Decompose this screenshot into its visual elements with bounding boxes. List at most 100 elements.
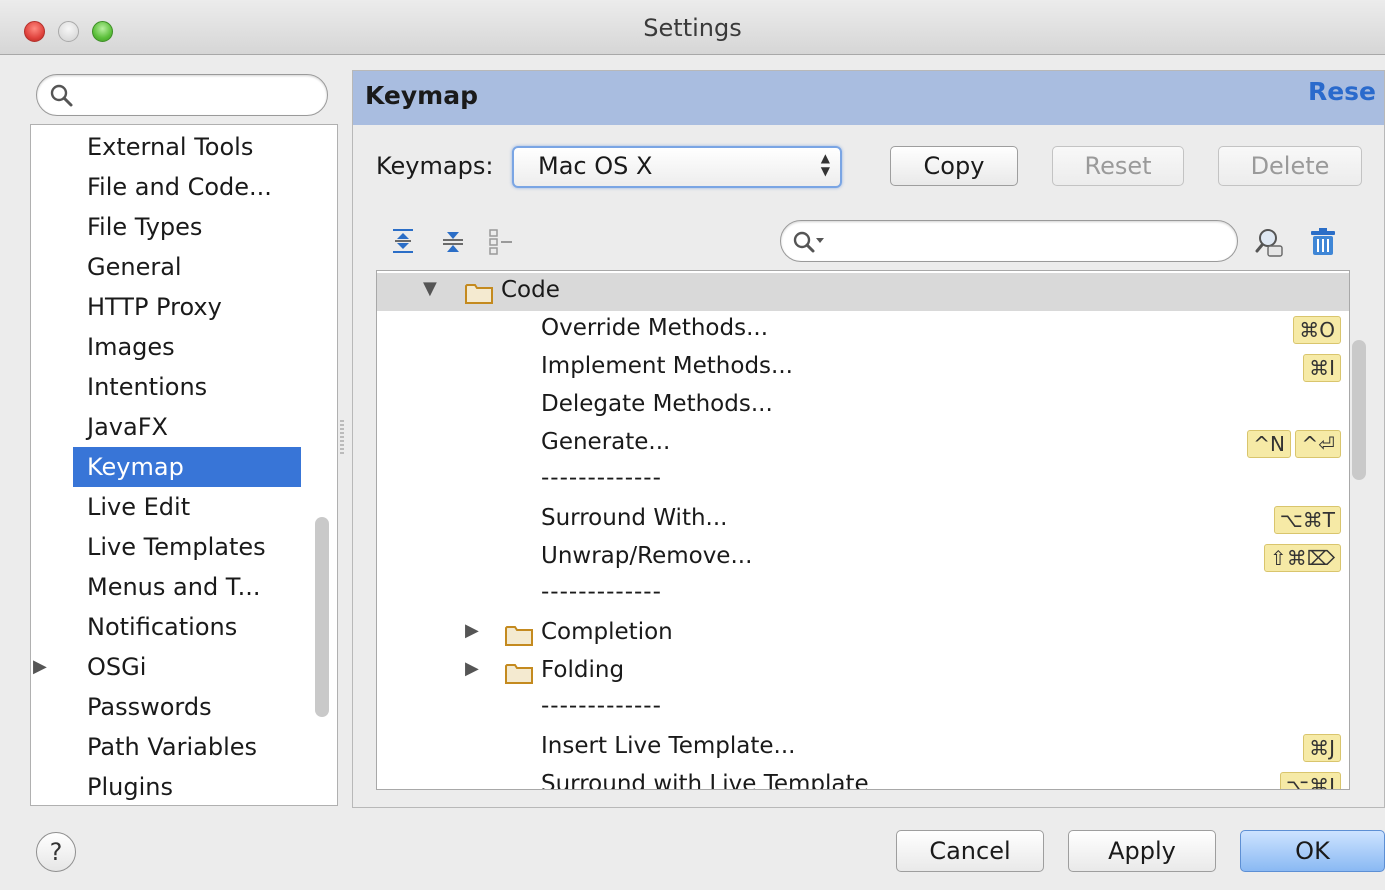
tree-row-label: Completion (541, 619, 673, 645)
sidebar-item-label: Live Edit (87, 493, 191, 521)
tree-row-label: Implement Methods... (541, 353, 793, 379)
sidebar-item-notifications[interactable]: Notifications (73, 607, 301, 647)
expand-all-icon[interactable] (390, 226, 416, 256)
select-arrows-icon: ▲ ▼ (820, 151, 830, 178)
sidebar-scrollbar[interactable] (315, 517, 329, 717)
sidebar-item-http-proxy[interactable]: HTTP Proxy (73, 287, 301, 327)
sidebar-item-label: Passwords (87, 693, 212, 721)
delete-button[interactable]: Delete (1218, 146, 1362, 186)
tree-row-completion[interactable]: ▶ Completion (377, 615, 1349, 653)
sidebar-item-label: Plugins (87, 773, 173, 801)
tree-row-action[interactable]: Unwrap/Remove... ⇧⌘⌦ (377, 539, 1349, 577)
tree-row-label: Delegate Methods... (541, 391, 773, 417)
sidebar-item-live-edit[interactable]: Live Edit (73, 487, 301, 527)
panel-header: Keymap Rese (353, 71, 1384, 125)
collapse-arrow-icon[interactable]: ▼ (423, 278, 437, 299)
sidebar-item-file-and-code[interactable]: File and Code... (73, 167, 301, 207)
tree-row-action[interactable]: Implement Methods... ⌘I (377, 349, 1349, 387)
folder-icon (465, 284, 493, 304)
sidebar-item-images[interactable]: Images (73, 327, 301, 367)
tree-row-action[interactable]: Surround With... ⌥⌘T (377, 501, 1349, 539)
shortcut-badge: ⌘O (1293, 316, 1341, 344)
tree-row-label: Insert Live Template... (541, 733, 796, 759)
apply-button[interactable]: Apply (1068, 830, 1216, 872)
sidebar-item-label: HTTP Proxy (87, 293, 222, 321)
tree-row-action[interactable]: Delegate Methods... (377, 387, 1349, 425)
shortcut-badge: ⌘J (1303, 734, 1341, 762)
sidebar-item-label: OSGi (87, 653, 147, 681)
sidebar-item-osgi[interactable]: ▶ OSGi (33, 647, 301, 687)
search-dropdown-icon[interactable] (791, 229, 827, 255)
action-filter-field[interactable] (780, 220, 1238, 262)
sidebar-item-label: Images (87, 333, 175, 361)
tree-row-action[interactable]: Insert Live Template... ⌘J (377, 729, 1349, 767)
tree-row-separator: ------------- (377, 577, 1349, 615)
shortcut-badge: ⌘I (1303, 354, 1341, 382)
settings-search-field[interactable] (36, 74, 328, 116)
panel-title: Keymap (365, 81, 479, 110)
window-title: Settings (643, 14, 742, 42)
tree-scrollbar[interactable] (1352, 340, 1366, 480)
help-button[interactable]: ? (36, 832, 76, 872)
separator-label: ------------- (541, 693, 662, 719)
keymap-select[interactable]: Mac OS X ▲ ▼ (512, 146, 842, 188)
ok-button[interactable]: OK (1240, 830, 1385, 872)
sidebar-item-label: Keymap (87, 453, 184, 481)
folder-icon (505, 626, 533, 646)
cancel-button[interactable]: Cancel (896, 830, 1044, 872)
copy-button[interactable]: Copy (890, 146, 1018, 186)
sidebar-item-keymap[interactable]: Keymap (73, 447, 301, 487)
keymap-tree: ▼ Code Override Methods... ⌘O Implement … (376, 270, 1350, 790)
sidebar-item-file-types[interactable]: File Types (73, 207, 301, 247)
sidebar-item-intentions[interactable]: Intentions (73, 367, 301, 407)
tree-row-label: Override Methods... (541, 315, 769, 341)
group-by-icon[interactable] (488, 226, 514, 256)
sidebar-item-label: External Tools (87, 133, 254, 161)
sidebar-item-path-variables[interactable]: Path Variables (73, 727, 301, 767)
shortcut-badge: ^⏎ (1295, 430, 1341, 458)
sidebar-item-javafx[interactable]: JavaFX (73, 407, 301, 447)
tree-row-action[interactable]: Generate... ^N ^⏎ (377, 425, 1349, 463)
keymap-select-value: Mac OS X (538, 152, 653, 180)
shortcut-badge: ⌥⌘T (1273, 506, 1341, 534)
tree-row-label: Generate... (541, 429, 671, 455)
sidebar-item-label: Live Templates (87, 533, 266, 561)
settings-sidebar: External Tools File and Code... File Typ… (30, 124, 338, 806)
tree-row-separator: ------------- (377, 463, 1349, 501)
tree-row-code[interactable]: ▼ Code (377, 273, 1349, 311)
tree-row-label: Folding (541, 657, 625, 683)
sidebar-item-general[interactable]: General (73, 247, 301, 287)
separator-label: ------------- (541, 465, 662, 491)
reset-link[interactable]: Rese (1308, 77, 1376, 106)
sidebar-item-label: Menus and T... (87, 573, 261, 601)
reset-button[interactable]: Reset (1052, 146, 1184, 186)
settings-search-input[interactable] (81, 81, 315, 111)
search-icon (50, 84, 73, 107)
splitter-handle[interactable] (340, 420, 344, 456)
tree-row-separator: ------------- (377, 691, 1349, 729)
sidebar-item-label: Notifications (87, 613, 238, 641)
folder-icon (505, 664, 533, 684)
sidebar-item-external-tools[interactable]: External Tools (73, 127, 301, 167)
tree-row-folding[interactable]: ▶ Folding (377, 653, 1349, 691)
sidebar-item-passwords[interactable]: Passwords (73, 687, 301, 727)
tree-row-label: Surround with Live Template (541, 771, 869, 790)
tree-row-action[interactable]: Override Methods... ⌘O (377, 311, 1349, 349)
expand-arrow-icon[interactable]: ▶ (465, 620, 479, 641)
expand-arrow-icon[interactable]: ▶ (33, 647, 47, 687)
collapse-all-icon[interactable] (440, 226, 466, 256)
shortcut-badge: ⌥⌘J (1280, 772, 1341, 789)
sidebar-item-plugins[interactable]: Plugins (73, 767, 301, 805)
sidebar-item-label: Path Variables (87, 733, 258, 761)
shortcut-badge: ⇧⌘⌦ (1263, 544, 1341, 572)
expand-arrow-icon[interactable]: ▶ (465, 658, 479, 679)
tree-row-action[interactable]: Surround with Live Template ⌥⌘J (377, 767, 1349, 790)
sidebar-item-menus-and-toolbars[interactable]: Menus and T... (73, 567, 301, 607)
title-bar: Settings (0, 0, 1385, 55)
tree-row-label: Unwrap/Remove... (541, 543, 753, 569)
find-shortcut-icon[interactable] (1254, 226, 1284, 258)
tree-row-label: Surround With... (541, 505, 728, 531)
action-filter-input[interactable] (831, 227, 1225, 257)
sidebar-item-live-templates[interactable]: Live Templates (73, 527, 301, 567)
trash-icon[interactable] (1308, 226, 1338, 258)
